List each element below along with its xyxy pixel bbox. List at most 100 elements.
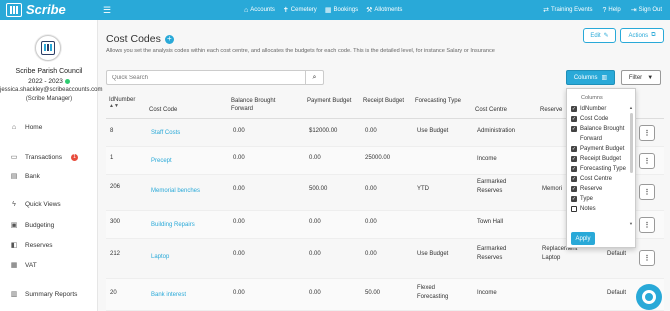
nav-allotments[interactable]: ⚒ Allotments	[366, 6, 402, 14]
nav-training-events[interactable]: ⇄ Training Events	[543, 6, 592, 14]
sidebar-item-label: Home	[25, 124, 43, 131]
sidebar-item-budgeting[interactable]: ▣ Budgeting	[10, 221, 55, 230]
filter-button[interactable]: Filter ▼	[621, 70, 661, 85]
col-header-payment-budget[interactable]: Payment Budget	[307, 97, 351, 105]
row-menu-button[interactable]: ⋮	[639, 125, 655, 141]
column-option-forecasting-type[interactable]: ✓ Forecasting Type	[571, 164, 629, 174]
calendar-icon: ▦	[324, 7, 332, 14]
cell-cost-centre: Administration	[477, 128, 516, 134]
sidebar-item-transactions[interactable]: ▭ Transactions 1	[10, 153, 78, 161]
cell-bbf: 0.00	[233, 155, 245, 161]
scroll-down-icon[interactable]: ▼	[629, 221, 633, 226]
checkbox-checked-icon[interactable]: ✓	[571, 126, 577, 132]
financial-year[interactable]: 2022 - 2023	[0, 78, 98, 85]
row-menu-button[interactable]: ⋮	[639, 153, 655, 169]
sidebar-item-label: Reserves	[25, 241, 53, 249]
user-role: (Scribe Manager)	[25, 96, 73, 102]
column-option-type[interactable]: ✓ Type	[571, 194, 629, 204]
transactions-icon: ▭	[10, 154, 18, 161]
col-header-balance-brought-forward[interactable]: Balance Brought Forward	[231, 97, 291, 113]
cell-cost-code-link[interactable]: Bank interest	[151, 291, 186, 300]
checkbox-unchecked-icon[interactable]	[571, 206, 577, 212]
sidebar-item-label: VAT	[25, 261, 37, 269]
cell-bbf: 0.00	[233, 186, 245, 192]
dropdown-scrollbar[interactable]: ▲ ▼	[629, 105, 634, 227]
page-subtitle: Allows you set the analysis codes within…	[106, 48, 495, 54]
header-label: Balance Brought Forward	[231, 98, 276, 112]
col-header-cost-code[interactable]: Cost Code	[149, 106, 177, 114]
cell-cost-code-link[interactable]: Staff Costs	[151, 129, 180, 138]
cell-forecasting-type: Use Budget	[417, 251, 449, 257]
cell-cost-code-link[interactable]: Precept	[151, 157, 172, 166]
checkbox-checked-icon[interactable]: ✓	[571, 166, 577, 172]
col-header-reserve[interactable]: Reserve	[540, 106, 562, 114]
search-button[interactable]: ⌕	[305, 71, 323, 84]
checkbox-checked-icon[interactable]: ✓	[571, 196, 577, 202]
cell-cost-code-link[interactable]: Memorial benches	[151, 187, 200, 196]
column-option-payment-budget[interactable]: ✓ Payment Budget	[571, 144, 629, 154]
sidebar: Scribe Parish Council 2022 - 2023 jessic…	[0, 20, 102, 311]
column-option-receipt-budget[interactable]: ✓ Receipt Budget	[571, 154, 629, 164]
col-header-receipt-budget[interactable]: Receipt Budget	[363, 97, 404, 105]
cell-id: 206	[110, 184, 121, 190]
nav-label: Sign Out	[638, 7, 662, 13]
cell-cost-code-link[interactable]: Building Repairs	[151, 221, 195, 230]
sidebar-item-quick-views[interactable]: ϟ Quick Views	[10, 201, 61, 208]
cell-payment-budget: 0.00	[309, 251, 321, 257]
nav-accounts[interactable]: ⌂ Accounts	[244, 7, 275, 14]
filter-label: Filter	[628, 74, 643, 81]
column-option-notes[interactable]: Notes	[571, 204, 629, 214]
row-menu-button[interactable]: ⋮	[639, 184, 655, 200]
nav-cemetery[interactable]: ✝ Cemetery	[283, 6, 317, 14]
col-header-cost-centre[interactable]: Cost Centre	[475, 106, 507, 114]
scroll-up-icon[interactable]: ▲	[629, 105, 633, 110]
search-box: ⌕	[106, 70, 324, 85]
scroll-thumb[interactable]	[630, 113, 633, 173]
nav-sign-out[interactable]: ⇥ Sign Out	[631, 6, 662, 14]
col-header-forecasting-type[interactable]: Forecasting Type	[415, 97, 461, 105]
apply-button[interactable]: Apply	[571, 232, 595, 245]
columns-label: Columns	[573, 74, 598, 81]
cell-bbf: 0.00	[233, 251, 245, 257]
option-label: Notes	[580, 206, 596, 212]
checkbox-checked-icon[interactable]: ✓	[571, 176, 577, 182]
column-option-balance-brought-forward[interactable]: ✓ Balance Brought Forward	[571, 124, 629, 144]
brand-name: Scribe	[26, 2, 66, 17]
sidebar-item-bank[interactable]: ▤ Bank	[10, 172, 40, 181]
row-menu-button[interactable]: ⋮	[639, 250, 655, 266]
search-input[interactable]	[107, 71, 305, 84]
column-option-cost-code[interactable]: ✓ Cost Code	[571, 114, 629, 124]
col-header-idnumber[interactable]: IdNumber ▲▼	[109, 96, 135, 109]
column-option-idnumber[interactable]: ✓ IdNumber	[571, 104, 629, 114]
actions-button[interactable]: Actions ⧉	[620, 28, 664, 43]
checkbox-checked-icon[interactable]: ✓	[571, 146, 577, 152]
checkbox-checked-icon[interactable]: ✓	[571, 156, 577, 162]
sidebar-item-vat[interactable]: ▦ VAT	[10, 261, 37, 270]
sidebar-item-summary-reports[interactable]: ▥ Summary Reports	[10, 290, 78, 299]
nav-bookings[interactable]: ▦ Bookings	[325, 6, 358, 14]
help-chat-button[interactable]	[636, 284, 662, 310]
checkbox-checked-icon[interactable]: ✓	[571, 116, 577, 122]
column-option-cost-centre[interactable]: ✓ Cost Centre	[571, 174, 629, 184]
reports-icon: ▥	[10, 291, 18, 298]
row-menu-button[interactable]: ⋮	[639, 217, 655, 233]
scribe-logo-icon	[6, 2, 22, 17]
dropdown-title: Columns	[581, 95, 603, 101]
sidebar-item-home[interactable]: ⌂ Home	[10, 124, 42, 131]
sidebar-item-reserves[interactable]: ◧ Reserves	[10, 241, 53, 250]
hamburger-menu-icon[interactable]: ☰	[103, 5, 111, 16]
add-cost-code-button[interactable]: +	[164, 34, 174, 44]
checkbox-checked-icon[interactable]: ✓	[571, 186, 577, 192]
columns-button[interactable]: Columns ▥	[566, 70, 615, 85]
council-name: Scribe Parish Council	[15, 68, 83, 75]
nav-help[interactable]: ? Help	[603, 7, 621, 14]
table-row[interactable]: 20 Bank interest 0.00 0.00 50.00 Flexed …	[106, 279, 664, 311]
brand[interactable]: Scribe	[6, 2, 66, 17]
column-option-reserve[interactable]: ✓ Reserve	[571, 184, 629, 194]
edit-button[interactable]: Edit ✎	[583, 28, 616, 43]
cell-cost-centre: Earmarked Reserves	[477, 246, 507, 261]
checkbox-checked-icon[interactable]: ✓	[571, 106, 577, 112]
year-label: 2022 - 2023	[28, 78, 63, 85]
cell-cost-code-link[interactable]: Laptop	[151, 253, 169, 262]
status-dot-icon	[64, 78, 70, 84]
